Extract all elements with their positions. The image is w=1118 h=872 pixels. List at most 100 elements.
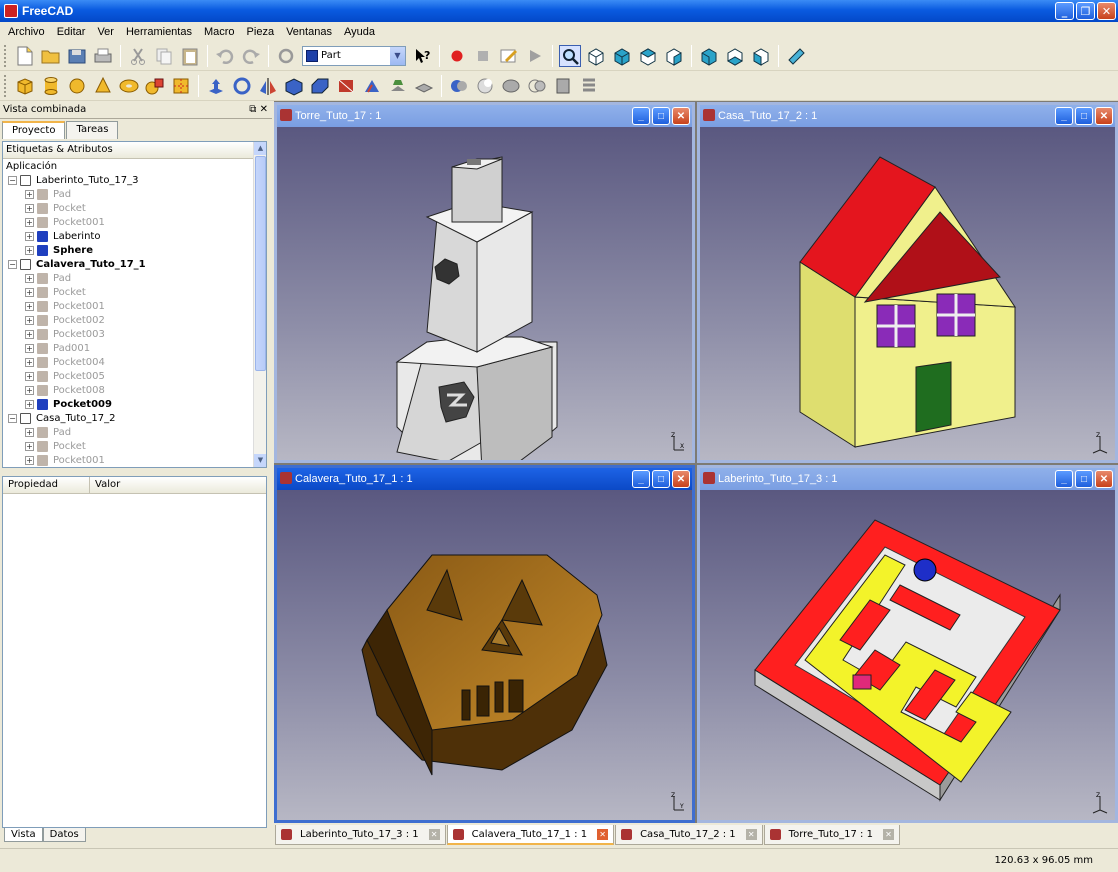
maximize-subwindow-button[interactable]: □ xyxy=(1075,470,1093,488)
tree-item[interactable]: + Pocket002 xyxy=(3,313,266,327)
torre-window[interactable]: Torre_Tuto_17 : 1 _ □ ✕ ZX xyxy=(274,102,695,473)
tree-item[interactable]: + Pocket xyxy=(3,201,266,215)
tree-item[interactable]: + Sphere xyxy=(3,243,266,257)
boolean-icon[interactable] xyxy=(448,75,470,97)
maximize-subwindow-button[interactable]: □ xyxy=(1075,107,1093,125)
top-view-icon[interactable] xyxy=(637,45,659,67)
run-macro-icon[interactable] xyxy=(524,45,546,67)
edit-macro-icon[interactable] xyxy=(498,45,520,67)
cut-boolean-icon[interactable] xyxy=(474,75,496,97)
close-tab-icon[interactable]: ✕ xyxy=(428,829,440,840)
close-subwindow-button[interactable]: ✕ xyxy=(672,107,690,125)
scroll-thumb[interactable] xyxy=(255,156,266,371)
calavera-3d-view[interactable]: ZY xyxy=(277,490,692,820)
workbench-selector[interactable]: Part ▼ xyxy=(302,45,406,66)
tab-laberinto[interactable]: Laberinto_Tuto_17_3 : 1 ✕ xyxy=(275,825,446,845)
loft-icon[interactable] xyxy=(361,75,383,97)
toolbar-grip-2[interactable] xyxy=(4,74,8,97)
bottom-view-icon[interactable] xyxy=(724,45,746,67)
whats-this-icon[interactable]: ? xyxy=(411,45,433,67)
cone-icon[interactable] xyxy=(92,75,114,97)
cylinder-icon[interactable] xyxy=(40,75,62,97)
tree-item[interactable]: + Pocket003 xyxy=(3,327,266,341)
close-panel-icon[interactable]: ✕ xyxy=(260,104,268,115)
tree-item[interactable]: + Pocket001 xyxy=(3,453,266,467)
expand-toggle-icon[interactable]: + xyxy=(25,203,34,213)
menu-pieza[interactable]: Pieza xyxy=(241,26,281,38)
ruled-surface-icon[interactable] xyxy=(335,75,357,97)
minimize-subwindow-button[interactable]: _ xyxy=(632,107,650,125)
expand-toggle-icon[interactable]: − xyxy=(8,175,17,185)
property-column-header[interactable]: Propiedad xyxy=(3,477,90,493)
thickness-icon[interactable] xyxy=(413,75,435,97)
tab-proyecto[interactable]: Proyecto xyxy=(2,121,66,139)
tree-item[interactable]: + Pad xyxy=(3,271,266,285)
tree-item[interactable]: Aplicación xyxy=(3,159,266,173)
close-subwindow-button[interactable]: ✕ xyxy=(672,470,690,488)
tree-item[interactable]: + Pocket005 xyxy=(3,369,266,383)
print-icon[interactable] xyxy=(92,45,114,67)
menu-ver[interactable]: Ver xyxy=(91,26,120,38)
fillet-icon[interactable] xyxy=(283,75,305,97)
open-folder-icon[interactable] xyxy=(40,45,62,67)
close-button[interactable]: ✕ xyxy=(1097,2,1116,20)
measure-icon[interactable] xyxy=(785,45,807,67)
copy-icon[interactable] xyxy=(153,45,175,67)
undo-icon[interactable] xyxy=(214,45,236,67)
tree-item[interactable]: + Pad xyxy=(3,425,266,439)
tree-item[interactable]: + Pocket001 xyxy=(3,215,266,229)
minimize-subwindow-button[interactable]: _ xyxy=(1055,107,1073,125)
axonometric-view-icon[interactable] xyxy=(585,45,607,67)
expand-toggle-icon[interactable]: + xyxy=(25,273,34,283)
torus-icon[interactable] xyxy=(118,75,140,97)
expand-toggle-icon[interactable]: + xyxy=(25,329,34,339)
tab-calavera[interactable]: Calavera_Tuto_17_1 : 1 ✕ xyxy=(446,825,615,845)
close-tab-icon[interactable]: ✕ xyxy=(882,829,894,840)
close-tab-icon[interactable]: ✕ xyxy=(745,829,757,840)
tab-torre[interactable]: Torre_Tuto_17 : 1 ✕ xyxy=(763,825,900,845)
chamfer-icon[interactable] xyxy=(309,75,331,97)
box-icon[interactable] xyxy=(14,75,36,97)
front-view-icon[interactable] xyxy=(611,45,633,67)
menu-ayuda[interactable]: Ayuda xyxy=(338,26,381,38)
redo-icon[interactable] xyxy=(240,45,262,67)
close-tab-icon[interactable]: ✕ xyxy=(597,828,609,840)
expand-toggle-icon[interactable]: + xyxy=(25,217,34,227)
fit-all-icon[interactable] xyxy=(559,44,581,67)
tree-item[interactable]: + Pad001 xyxy=(3,341,266,355)
casa-window[interactable]: Casa_Tuto_17_2 : 1 _ □ ✕ Z xyxy=(697,102,1118,463)
expand-toggle-icon[interactable]: + xyxy=(25,427,34,437)
left-view-icon[interactable] xyxy=(750,45,772,67)
mirror-icon[interactable] xyxy=(257,75,279,97)
menu-ventanas[interactable]: Ventanas xyxy=(280,26,338,38)
calavera-window[interactable]: Calavera_Tuto_17_1 : 1 _ □ ✕ ZY xyxy=(274,465,695,823)
revolve-icon[interactable] xyxy=(231,75,253,97)
tree-item[interactable]: + Pocket xyxy=(3,439,266,453)
expand-toggle-icon[interactable]: − xyxy=(8,259,17,269)
cut-icon[interactable] xyxy=(127,45,149,67)
tab-casa[interactable]: Casa_Tuto_17_2 : 1 ✕ xyxy=(615,825,763,845)
tree-item[interactable]: + Pocket004 xyxy=(3,355,266,369)
primitives-icon[interactable] xyxy=(144,75,166,97)
tree-item[interactable]: + Pad xyxy=(3,187,266,201)
tree-item[interactable]: + Pocket xyxy=(3,285,266,299)
section-icon[interactable] xyxy=(552,75,574,97)
close-subwindow-button[interactable]: ✕ xyxy=(1095,470,1113,488)
expand-toggle-icon[interactable]: − xyxy=(8,413,17,423)
stop-macro-icon[interactable] xyxy=(472,45,494,67)
minimize-subwindow-button[interactable]: _ xyxy=(1055,470,1073,488)
shape-builder-icon[interactable] xyxy=(170,75,192,97)
menu-archivo[interactable]: Archivo xyxy=(2,26,51,38)
torre-3d-view[interactable]: ZX xyxy=(277,127,692,473)
float-panel-icon[interactable]: ⧉ xyxy=(249,104,256,115)
tree-item[interactable]: − Calavera_Tuto_17_1 xyxy=(3,257,266,271)
tree-item[interactable]: − Casa_Tuto_17_2 xyxy=(3,411,266,425)
expand-toggle-icon[interactable]: + xyxy=(25,245,34,255)
expand-toggle-icon[interactable]: + xyxy=(25,315,34,325)
record-macro-icon[interactable] xyxy=(446,45,468,67)
expand-toggle-icon[interactable]: + xyxy=(25,343,34,353)
scroll-down-icon[interactable]: ▼ xyxy=(254,454,266,467)
tree-item[interactable]: + Pocket008 xyxy=(3,383,266,397)
value-column-header[interactable]: Valor xyxy=(90,477,266,493)
tree-item[interactable]: + Pocket009 xyxy=(3,397,266,411)
